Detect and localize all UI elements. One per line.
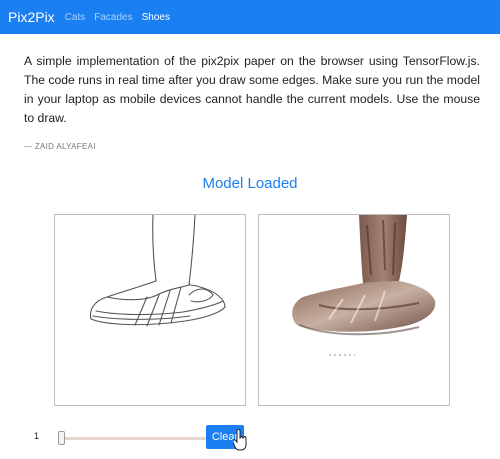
slider-handle[interactable] — [58, 431, 65, 445]
generated-shoe-image — [292, 215, 436, 356]
nav-link-facades[interactable]: Facades — [94, 12, 132, 23]
output-canvas — [258, 214, 450, 406]
top-navbar: Pix2Pix Cats Facades Shoes — [0, 0, 500, 34]
navbar-brand[interactable]: Pix2Pix — [8, 9, 55, 25]
model-status: Model Loaded — [202, 175, 298, 192]
author-credit: — ZAID ALYAFEAI — [24, 142, 96, 151]
shoe-sketch — [89, 215, 226, 327]
clear-button[interactable]: Clear — [206, 425, 244, 449]
slider-value: 1 — [34, 431, 40, 441]
intro-text: A simple implementation of the pix2pix p… — [24, 54, 480, 125]
brush-size-slider[interactable] — [58, 437, 206, 440]
drawing-canvas[interactable] — [54, 214, 246, 406]
nav-link-cats[interactable]: Cats — [65, 12, 86, 23]
nav-link-shoes[interactable]: Shoes — [142, 12, 170, 23]
